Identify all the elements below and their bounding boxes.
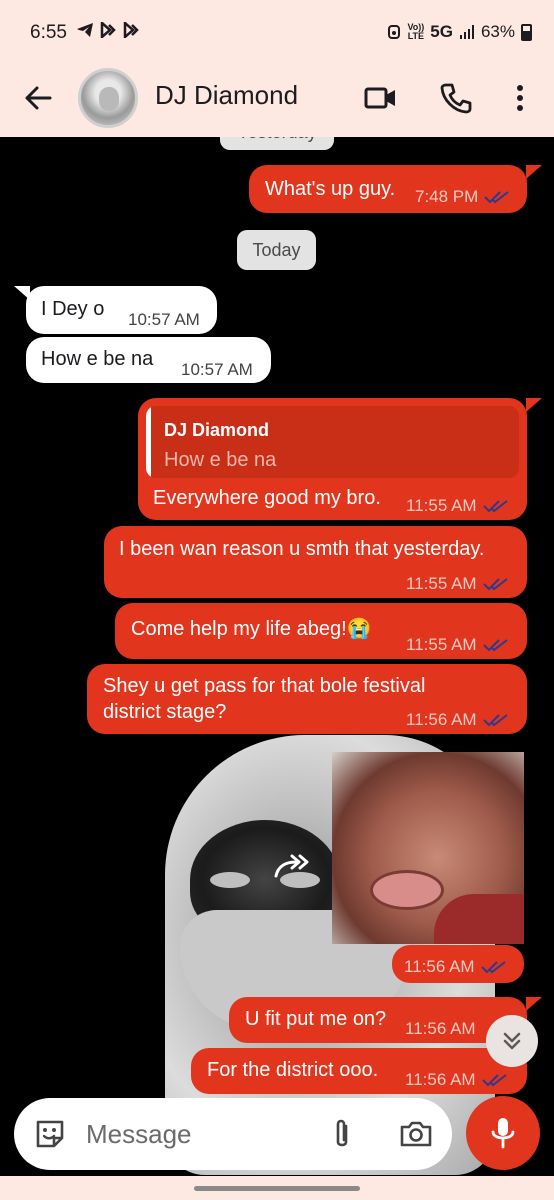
status-notification-icons <box>76 20 139 43</box>
back-arrow-icon[interactable] <box>20 80 56 116</box>
status-bar: 6:55 Vo)) LTE 5G 63% <box>0 0 554 62</box>
image-detail <box>370 870 444 910</box>
message-bubble-outgoing[interactable]: Shey u get pass for that bole festival d… <box>87 664 527 734</box>
attach-icon[interactable] <box>324 1116 360 1152</box>
contact-avatar[interactable] <box>78 68 138 128</box>
camera-icon[interactable] <box>398 1116 434 1152</box>
video-call-icon[interactable] <box>362 80 398 116</box>
forward-icon[interactable] <box>272 852 312 882</box>
quoted-text: How e be na <box>164 449 277 471</box>
message-meta: 11:55 AM <box>406 494 509 518</box>
status-system-icons: Vo)) LTE 5G 63% <box>387 22 532 42</box>
bubble-tail <box>526 997 542 1011</box>
message-time: 7:48 PM <box>415 187 479 206</box>
bubble-tail <box>526 398 542 412</box>
message-text: Everywhere good my bro. <box>153 487 381 509</box>
message-time: 11:55 AM <box>406 635 477 654</box>
b-app-icon <box>123 20 139 40</box>
image-time-badge: 11:56 AM <box>392 945 524 983</box>
message-meta: 11:55 AM <box>406 633 509 657</box>
message-time: 11:55 AM <box>406 574 477 593</box>
double-check-icon <box>484 191 509 204</box>
message-text: Come help my life abeg!😭 <box>131 618 372 640</box>
message-bubble-incoming[interactable]: How e be na 10:57 AM <box>26 337 271 383</box>
message-text: For the district ooo. <box>207 1059 379 1081</box>
double-check-icon <box>482 714 508 727</box>
message-bubble-outgoing[interactable]: Come help my life abeg!😭 11:55 AM <box>115 603 527 659</box>
message-time: 11:56 AM <box>405 1019 476 1038</box>
bubble-tail <box>526 165 542 179</box>
scroll-to-bottom-button[interactable] <box>486 1015 538 1067</box>
message-bubble-outgoing[interactable]: For the district ooo. 11:56 AM <box>191 1048 527 1094</box>
telegram-icon <box>77 23 93 37</box>
double-chevron-down-icon <box>503 1032 521 1050</box>
message-meta: 10:57 AM <box>181 358 253 382</box>
message-meta: 11:56 AM <box>405 1017 476 1041</box>
battery-percent: 63% <box>480 22 515 41</box>
more-vert-icon[interactable] <box>502 80 538 116</box>
message-composer <box>14 1098 452 1170</box>
message-bubble-outgoing[interactable]: I been wan reason u smth that yesterday.… <box>104 526 527 598</box>
mic-icon <box>491 1118 515 1149</box>
message-text-line2: district stage? <box>103 701 227 723</box>
message-bubble-reply[interactable]: DJ Diamond How e be na Everywhere good m… <box>138 398 527 520</box>
message-meta: 11:56 AM <box>405 1068 508 1092</box>
shared-image[interactable] <box>332 752 524 944</box>
phone-icon[interactable] <box>438 80 474 116</box>
message-time: 11:56 AM <box>406 710 477 729</box>
contact-name[interactable]: DJ Diamond <box>155 80 298 111</box>
message-bubble-outgoing[interactable]: What's up guy. 7:48 PM <box>249 165 527 213</box>
status-time: 6:55 <box>30 22 67 43</box>
double-check-icon <box>482 500 508 513</box>
message-text: How e be na <box>41 348 154 370</box>
battery-icon <box>521 23 532 41</box>
double-check-icon <box>482 639 508 652</box>
date-chip-today: Today <box>237 230 316 270</box>
double-check-icon <box>480 961 506 974</box>
message-bubble-incoming[interactable]: I Dey o 10:57 AM <box>26 286 217 334</box>
quote-bar <box>146 406 151 478</box>
message-text: I Dey o <box>41 298 105 320</box>
alarm-icon <box>388 25 401 39</box>
volte-indicator: Vo)) LTE <box>407 22 425 41</box>
b-app-icon <box>101 20 117 40</box>
message-bubble-outgoing[interactable]: U fit put me on? 11:56 AM <box>229 997 527 1043</box>
message-meta: 11:55 AM <box>406 572 509 596</box>
double-check-icon <box>482 578 508 591</box>
chat-header: DJ Diamond <box>0 62 554 137</box>
message-time: 10:57 AM <box>128 310 200 329</box>
message-text: U fit put me on? <box>245 1008 387 1030</box>
image-detail <box>434 894 524 944</box>
message-time: 11:55 AM <box>406 496 477 515</box>
message-text-line1: Shey u get pass for that bole festival <box>103 675 426 697</box>
system-nav-bar <box>0 1176 554 1200</box>
double-check-icon <box>481 1074 507 1087</box>
message-meta: 11:56 AM <box>406 708 509 732</box>
message-text: What's up guy. <box>265 178 396 200</box>
message-meta: 7:48 PM <box>415 185 510 209</box>
message-meta: 10:57 AM <box>128 308 200 332</box>
network-type: 5G <box>430 22 453 41</box>
message-time: 11:56 AM <box>405 1070 476 1089</box>
gesture-handle[interactable] <box>194 1186 360 1191</box>
message-text: I been wan reason u smth that yesterday. <box>119 538 485 560</box>
mic-button[interactable] <box>466 1096 540 1170</box>
message-time: 11:56 AM <box>404 957 475 976</box>
quoted-message[interactable]: DJ Diamond How e be na <box>146 406 519 478</box>
message-time: 10:57 AM <box>181 360 253 379</box>
signal-icon <box>459 25 474 39</box>
sticker-icon[interactable] <box>32 1116 68 1152</box>
message-input[interactable] <box>86 1116 306 1152</box>
quoted-sender: DJ Diamond <box>164 420 270 440</box>
